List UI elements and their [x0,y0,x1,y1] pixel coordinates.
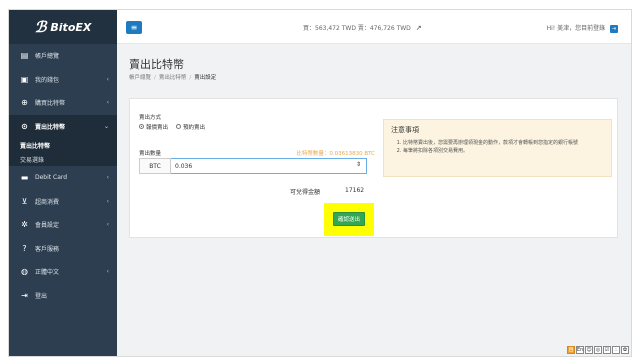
radio-label: 報價賣出 [146,125,169,131]
sidebar-item-member-settings[interactable]: ✲ 會員設定 ‹ [9,213,117,237]
chevron-left-icon: ‹ [106,197,109,205]
sidebar-item-label: 我的錢包 [35,76,60,84]
ime-check-icon[interactable]: ☑ [603,346,611,354]
amount-input-group: BTC ⇕ [139,158,367,174]
ime-mode-icon[interactable]: 自 [567,346,575,354]
upload-circle-icon: ⊙ [21,121,28,131]
confirm-submit-button[interactable]: 確認送出 [333,212,365,226]
logout-icon[interactable]: ⇥ [610,24,618,33]
wallet-icon: ▣ [20,74,29,84]
sidebar-submenu: 賣出比特幣 交易選錄 [9,138,117,166]
sidebar-item-label: 會員設定 [35,222,60,230]
page-title: 賣出比特幣 [129,58,184,71]
ime-symbol-icon[interactable]: ◎ [594,346,602,354]
user-greeting: Hi! 美津，您目前登錄 ⇥ [547,23,618,33]
amount-input[interactable] [171,158,367,174]
notice-item: 每筆將扣除各項別交易費用。 [403,148,604,156]
ime-english-icon[interactable]: En [576,346,584,354]
input-method-toolbar: 自 En ☺ ◎ ☑ ∴ ✿ [567,346,629,354]
sidebar-nav: ▤ 帳戶總覽 ▣ 我的錢包 ‹ ⊕ 購買比特幣 ‹ ⊙ 賣出比特幣 ⌄ 賣出比特… [9,44,117,307]
brand-name: BitoEX [50,20,92,34]
sidebar-item-customer-service[interactable]: ? 客戶服務 [9,237,117,261]
sidebar-item-sell-bitcoin[interactable]: ⊙ 賣出比特幣 ⌄ [9,114,117,138]
user-greeting-text: Hi! 美津，您目前登錄 [546,25,606,32]
available-amount-value: 17162 [345,187,365,194]
ime-punct-icon[interactable]: ∴ [612,346,620,354]
radio-quote-sell[interactable]: 報價賣出 [139,123,168,131]
breadcrumb-current: 賣出設定 [194,75,217,81]
notice-item: 比特幣賣出後，您需要再辦理領現金的動作，款項才會轉帳到您指定的銀行帳號 [403,140,604,148]
question-circle-icon: ? [22,243,27,253]
price-ticker-text: 買：563,472 TWD 賣：476,726 TWD [303,25,411,32]
chevron-left-icon: ‹ [106,268,109,276]
sidebar-item-label: Debit Card [35,174,68,182]
sign-out-icon: ⇥ [21,290,28,300]
sidebar-subitem-records[interactable]: 交易選錄 [9,152,117,166]
ime-emoji-icon[interactable]: ☺ [585,346,593,354]
sidebar-item-store-payment[interactable]: ⊻ 超商消費 ‹ [9,190,117,214]
sidebar-item-label: 賣出比特幣 [35,123,66,131]
available-amount-label: 可兌得金額 [290,189,321,196]
radio-label: 預約賣出 [183,125,206,131]
chevron-left-icon: ‹ [106,75,109,83]
sidebar-item-label: 登出 [35,292,48,300]
breadcrumb-item[interactable]: 帳戶總覽 [129,75,151,81]
credit-card-icon: ▬ [20,173,29,183]
download-circle-icon: ⊕ [21,98,28,108]
currency-addon: BTC [139,158,171,174]
sidebar-item-buy-bitcoin[interactable]: ⊕ 購買比特幣 ‹ [9,91,117,115]
chevron-left-icon: ‹ [106,99,109,107]
menu-toggle-button[interactable]: ≡ [126,21,142,34]
spinner-icon[interactable]: ⇕ [356,161,361,168]
notice-list: 比特幣賣出後，您需要再辦理領現金的動作，款項才會轉帳到您指定的銀行帳號 每筆將扣… [391,140,604,155]
radio-icon [139,123,144,129]
sell-method-radios: 報價賣出 預約賣出 [139,123,205,131]
chevron-down-icon: ⌄ [103,122,109,130]
sidebar-subitem-sell[interactable]: 賣出比特幣 [9,138,117,152]
sell-method-label: 賣出方式 [139,115,162,121]
amount-label: 賣出數量 [139,151,162,157]
sell-form-card: 賣出方式 報價賣出 預約賣出 賣出數量 比特幣數量：0.03613830 BTC… [129,98,618,238]
notice-title: 注意事項 [391,126,419,134]
sidebar-item-label: 客戶服務 [35,245,60,253]
top-bar: ≡ 買：563,472 TWD 賣：476,726 TWD ↗ Hi! 美津，您… [117,10,631,44]
ime-settings-icon[interactable]: ✿ [621,346,629,354]
sidebar-item-wallet[interactable]: ▣ 我的錢包 ‹ [9,68,117,92]
sidebar-item-label: 正體中文 [35,269,60,277]
globe-icon: ◍ [21,267,28,277]
notice-panel: 注意事項 比特幣賣出後，您需要再辦理領現金的動作，款項才會轉帳到您指定的銀行帳號… [383,119,612,177]
sidebar-item-label: 超商消費 [35,198,60,206]
chevron-left-icon: ‹ [106,221,109,229]
sidebar-item-language[interactable]: ◍ 正體中文 ‹ [9,260,117,284]
radio-scheduled-sell[interactable]: 預約賣出 [176,123,205,131]
gears-icon: ✲ [21,220,28,230]
sidebar-item-logout[interactable]: ⇥ 登出 [9,284,117,308]
cart-icon: ⊻ [21,196,28,206]
breadcrumb-item[interactable]: 賣出比特幣 [159,75,187,81]
sidebar-item-debit-card[interactable]: ▬ Debit Card ‹ [9,166,117,190]
max-amount-note: 比特幣數量：0.03613830 BTC [296,151,375,157]
app-window: ℬ BitoEX ▤ 帳戶總覽 ▣ 我的錢包 ‹ ⊕ 購買比特幣 ‹ ⊙ 賣出比… [8,9,632,357]
bitoex-logo-icon: ℬ [34,18,47,36]
line-chart-icon[interactable]: ↗ [416,24,422,32]
sidebar-item-label: 購買比特幣 [35,100,66,108]
breadcrumb: 帳戶總覽 / 賣出比特幣 / 賣出設定 [129,75,217,81]
sidebar: ℬ BitoEX ▤ 帳戶總覽 ▣ 我的錢包 ‹ ⊕ 購買比特幣 ‹ ⊙ 賣出比… [9,10,117,356]
chevron-left-icon: ‹ [106,174,109,182]
sidebar-item-overview[interactable]: ▤ 帳戶總覽 [9,44,117,68]
price-ticker: 買：563,472 TWD 賣：476,726 TWD ↗ [303,23,422,32]
hamburger-icon: ≡ [130,23,138,32]
sidebar-item-label: 帳戶總覽 [35,53,60,61]
dashboard-icon: ▤ [20,51,29,61]
radio-icon [176,123,182,129]
brand-logo[interactable]: ℬ BitoEX [9,10,117,44]
